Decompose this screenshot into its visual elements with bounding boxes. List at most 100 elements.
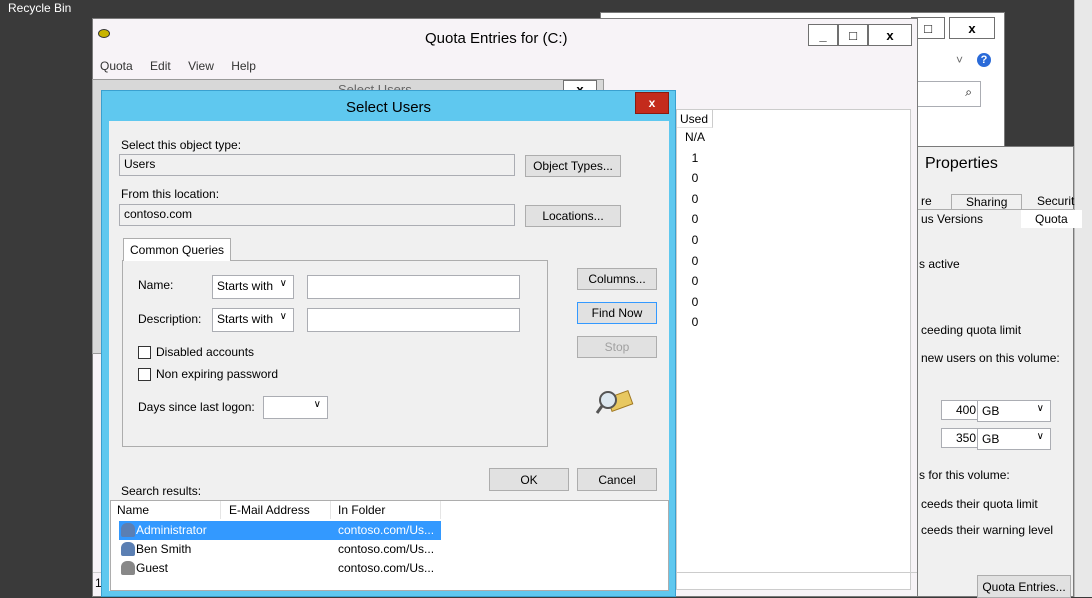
used-column-header[interactable]: Used bbox=[677, 110, 713, 128]
name-mode-select[interactable]: Starts with ∨ bbox=[212, 275, 294, 299]
used-cell: 0 bbox=[691, 191, 699, 206]
log-limit-text: ceeds their quota limit bbox=[921, 497, 1038, 511]
table-row[interactable]: Guest contoso.com/Us... bbox=[119, 559, 441, 578]
description-mode-select[interactable]: Starts with ∨ bbox=[212, 308, 294, 332]
dialog-close-button[interactable]: x bbox=[635, 92, 669, 114]
location-field: contoso.com bbox=[119, 204, 515, 226]
description-input[interactable] bbox=[307, 308, 520, 332]
log-warning-text: ceeds their warning level bbox=[921, 523, 1054, 537]
dialog-title: Select Users bbox=[346, 99, 432, 116]
used-cell: 0 bbox=[691, 294, 699, 309]
new-users-text: new users on this volume: bbox=[921, 351, 1060, 365]
back-dropdown-icon[interactable]: ˅ bbox=[956, 53, 963, 67]
back-search-box[interactable]: ⌕ bbox=[911, 81, 981, 107]
minimize-button[interactable]: _ bbox=[808, 24, 838, 46]
non-expiring-checkbox[interactable] bbox=[138, 368, 151, 382]
name-input[interactable] bbox=[307, 275, 520, 299]
tab-general[interactable]: re bbox=[921, 194, 932, 208]
result-folder: contoso.com/Us... bbox=[338, 523, 435, 537]
used-column: N/A 1 0 0 0 0 0 0 0 0 bbox=[677, 130, 713, 336]
search-results-list[interactable]: Name E-Mail Address In Folder Administra… bbox=[110, 500, 669, 591]
result-name: Ben Smith bbox=[136, 542, 192, 556]
select-users-dialog: Select Users x Select this object type: … bbox=[101, 90, 676, 597]
limit-value-field[interactable]: 400 bbox=[941, 400, 981, 420]
chevron-down-icon: ∨ bbox=[313, 399, 321, 410]
used-cell: 0 bbox=[691, 232, 699, 247]
table-row[interactable]: Administrator contoso.com/Us... bbox=[119, 521, 441, 540]
search-magnifier-icon bbox=[595, 386, 635, 419]
search-results-label: Search results: bbox=[121, 484, 202, 498]
chevron-down-icon: ∨ bbox=[279, 278, 287, 289]
days-select[interactable]: ∨ bbox=[263, 396, 328, 419]
object-type-label: Select this object type: bbox=[121, 138, 242, 152]
ok-button[interactable]: OK bbox=[489, 468, 569, 491]
days-label: Days since last logon: bbox=[138, 400, 255, 414]
location-label: From this location: bbox=[121, 187, 220, 201]
non-expiring-label: Non expiring password bbox=[156, 367, 279, 381]
menu-bar: Quota Edit View Help bbox=[93, 56, 917, 76]
chevron-down-icon: ∨ bbox=[279, 311, 287, 322]
used-cell: 0 bbox=[691, 315, 699, 330]
menu-quota[interactable]: Quota bbox=[100, 59, 133, 73]
deny-exceeding-text: ceeding quota limit bbox=[921, 323, 1022, 337]
quota-entries-button[interactable]: Quota Entries... bbox=[977, 575, 1071, 598]
disabled-accounts-option[interactable]: Disabled accounts bbox=[138, 345, 255, 360]
dialog-body: Select this object type: Users Object Ty… bbox=[109, 121, 669, 591]
user-icon bbox=[121, 523, 135, 537]
tab-common-queries[interactable]: Common Queries bbox=[123, 238, 232, 261]
column-header-name[interactable]: Name bbox=[111, 501, 221, 519]
menu-view[interactable]: View bbox=[188, 59, 214, 73]
maximize-button[interactable]: □ bbox=[838, 24, 868, 46]
right-scrollbar[interactable] bbox=[1074, 0, 1092, 597]
guest-user-icon bbox=[121, 561, 135, 575]
common-queries-panel: Name: Starts with ∨ Description: Starts w… bbox=[122, 260, 548, 447]
chevron-down-icon: ∨ bbox=[1036, 403, 1044, 414]
column-header-email[interactable]: E-Mail Address bbox=[221, 501, 331, 519]
result-folder: contoso.com/Us... bbox=[338, 542, 435, 556]
menu-edit[interactable]: Edit bbox=[150, 59, 171, 73]
cancel-button[interactable]: Cancel bbox=[577, 468, 657, 491]
description-mode-value: Starts with bbox=[217, 312, 274, 326]
used-cell: 1 bbox=[691, 150, 699, 165]
tab-sharing[interactable]: Sharing bbox=[951, 194, 1023, 210]
tab-quota[interactable]: Quota bbox=[1021, 210, 1082, 228]
object-type-field: Users bbox=[119, 154, 515, 176]
object-types-button[interactable]: Object Types... bbox=[525, 155, 621, 177]
quota-status-text: s active bbox=[919, 257, 960, 271]
name-mode-value: Starts with bbox=[217, 279, 274, 293]
limit-unit-value: GB bbox=[982, 404, 1000, 418]
disk-icon bbox=[98, 29, 110, 38]
column-header-folder[interactable]: In Folder bbox=[331, 501, 441, 519]
properties-tab-row2: us Versions Quota bbox=[911, 210, 1082, 230]
help-icon[interactable]: ? bbox=[977, 53, 991, 67]
log-events-text: s for this volume: bbox=[919, 468, 1010, 482]
warning-value-field[interactable]: 350 bbox=[941, 428, 981, 448]
tab-security[interactable]: Securit bbox=[1037, 194, 1074, 208]
tab-previous-versions[interactable]: us Versions bbox=[921, 212, 983, 226]
warning-unit-value: GB bbox=[982, 432, 1000, 446]
quota-window-title: Quota Entries for (C:) bbox=[425, 30, 568, 47]
columns-button[interactable]: Columns... bbox=[577, 268, 657, 290]
result-folder: contoso.com/Us... bbox=[338, 561, 435, 575]
find-now-button[interactable]: Find Now bbox=[577, 302, 657, 324]
locations-button[interactable]: Locations... bbox=[525, 205, 621, 227]
warning-unit-select[interactable]: GB ∨ bbox=[977, 428, 1051, 450]
used-cell: 0 bbox=[691, 253, 699, 268]
non-expiring-option[interactable]: Non expiring password bbox=[138, 367, 279, 382]
disabled-accounts-label: Disabled accounts bbox=[156, 345, 255, 359]
properties-window: Properties re Sharing Securit us Version… bbox=[910, 146, 1082, 598]
search-icon: ⌕ bbox=[965, 85, 972, 99]
menu-help[interactable]: Help bbox=[231, 59, 256, 73]
used-cell: N/A bbox=[684, 130, 705, 144]
limit-unit-select[interactable]: GB ∨ bbox=[977, 400, 1051, 422]
table-row[interactable]: Ben Smith contoso.com/Us... bbox=[119, 540, 441, 559]
stop-button: Stop bbox=[577, 336, 657, 358]
chevron-down-icon: ∨ bbox=[1036, 431, 1044, 442]
disabled-accounts-checkbox[interactable] bbox=[138, 346, 151, 360]
used-cell: 0 bbox=[691, 274, 699, 289]
back-close-button[interactable]: x bbox=[949, 17, 995, 39]
result-name: Guest bbox=[136, 561, 169, 575]
used-cell: 0 bbox=[691, 212, 699, 227]
close-button[interactable]: x bbox=[868, 24, 912, 46]
recycle-bin-label[interactable]: Recycle Bin bbox=[8, 1, 71, 15]
